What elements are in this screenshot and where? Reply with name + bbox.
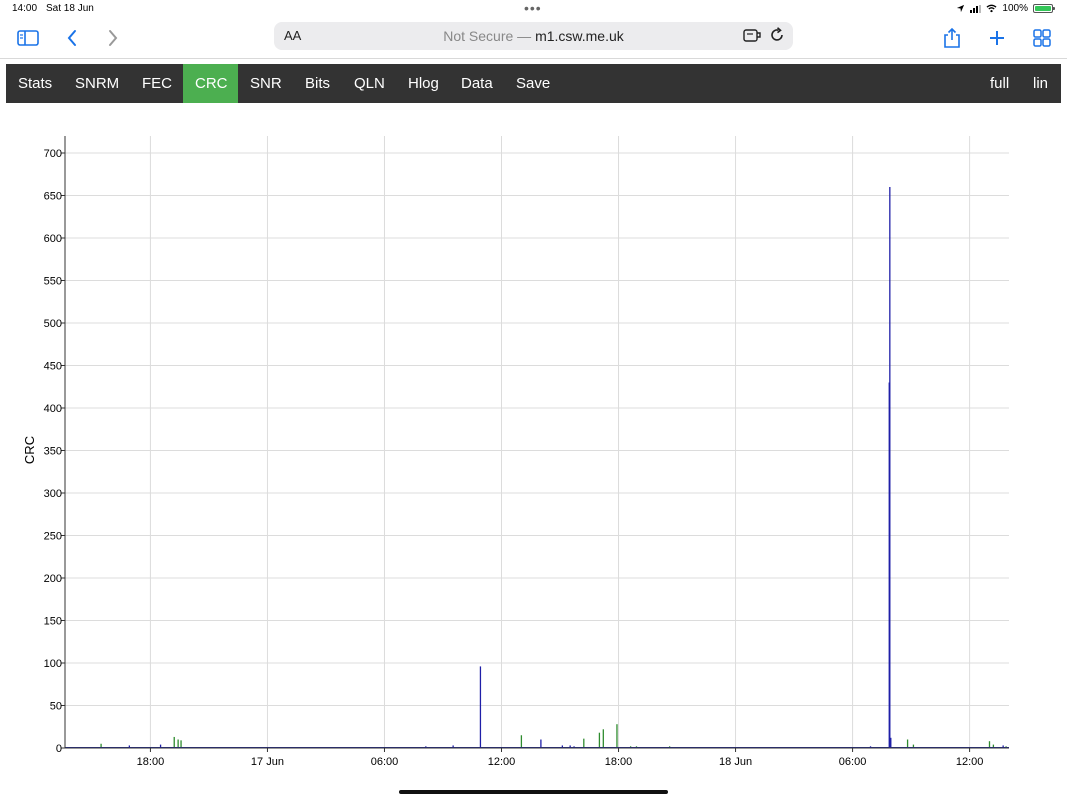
nav-item-label: FEC	[142, 75, 172, 92]
chart-axes: 0 50 100 150 200 250 300 350 400 450 500 550 600 650 7…	[44, 136, 1009, 768]
y-tick-label: 700	[44, 148, 62, 160]
home-indicator	[399, 790, 668, 794]
nav-item-label: Data	[461, 75, 493, 92]
nav-item-snr[interactable]: SNR	[238, 64, 294, 103]
x-tick-label: 18:00	[137, 756, 165, 768]
y-tick-label: 500	[44, 318, 62, 330]
y-tick-label: 600	[44, 233, 62, 245]
nav-item-snrm[interactable]: SNRM	[63, 64, 131, 103]
x-tick-label: 18 Jun	[719, 756, 752, 768]
y-tick-label: 100	[44, 658, 62, 670]
nav-item-label: QLN	[354, 75, 385, 92]
toolbar-divider	[0, 58, 1067, 59]
url-prefix: Not Secure —	[443, 28, 536, 44]
y-tick-label: 350	[44, 446, 62, 458]
y-tick-label: 400	[44, 403, 62, 415]
nav-item-label: Hlog	[408, 75, 439, 92]
wifi-icon	[986, 4, 997, 13]
nav-item-label: Stats	[18, 75, 53, 92]
location-icon	[957, 4, 965, 13]
extension-icon[interactable]	[743, 27, 761, 46]
reload-icon[interactable]	[769, 27, 785, 46]
nav-item-label: full	[990, 75, 1010, 92]
nav-item-full[interactable]: full	[978, 64, 1021, 103]
y-tick-label: 200	[44, 573, 62, 585]
browser-toolbar: AA Not Secure — m1.csw.me.uk	[0, 18, 1067, 58]
y-tick-label: 150	[44, 616, 62, 628]
nav-item-label: SNR	[250, 75, 282, 92]
y-tick-label: 450	[44, 361, 62, 373]
forward-icon[interactable]	[101, 26, 125, 50]
nav-item-stats[interactable]: Stats	[6, 64, 64, 103]
status-date: Sat 18 Jun	[46, 3, 94, 14]
back-icon[interactable]	[60, 26, 84, 50]
battery-level-fill	[1035, 6, 1051, 11]
status-right: 100%	[956, 3, 1055, 14]
crc-chart: 0 50 100 150 200 250 300 350 400 450 500 550 600 650 7…	[22, 136, 1009, 768]
x-tick-label: 18:00	[605, 756, 633, 768]
cellular-signal-icon	[970, 4, 982, 13]
chart-marks	[65, 187, 1009, 748]
x-tick-label: 06:00	[371, 756, 399, 768]
battery-percent: 100%	[1002, 3, 1028, 14]
nav-item-label: SNRM	[75, 75, 120, 92]
nav-item-fec[interactable]: FEC	[130, 64, 184, 103]
status-bar: 14:00 Sat 18 Jun ••• 100%	[0, 0, 1067, 18]
battery-icon	[1033, 4, 1055, 13]
y-tick-label: 0	[56, 743, 62, 755]
nav-item-hlog[interactable]: Hlog	[396, 64, 451, 103]
site-nav: Stats SNRM FEC CRC SNR Bits QLN Hlog Dat…	[6, 64, 1061, 103]
nav-item-label: Save	[516, 75, 551, 92]
nav-item-lin[interactable]: lin	[1021, 64, 1060, 103]
x-tick-label: 12:00	[956, 756, 984, 768]
nav-item-data[interactable]: Data	[449, 64, 505, 103]
y-tick-label: 250	[44, 531, 62, 543]
tabs-overview-icon[interactable]	[1030, 26, 1054, 50]
nav-item-label: CRC	[195, 75, 228, 92]
address-bar[interactable]: AA Not Secure — m1.csw.me.uk	[274, 22, 793, 50]
nav-item-crc[interactable]: CRC	[183, 64, 238, 103]
y-tick-label: 300	[44, 488, 62, 500]
y-tick-label: 50	[50, 701, 62, 713]
status-time: 14:00	[12, 3, 38, 14]
x-tick-label: 17 Jun	[251, 756, 284, 768]
new-tab-icon[interactable]	[985, 26, 1009, 50]
sidebar-icon[interactable]	[16, 26, 40, 50]
nav-item-save[interactable]: Save	[504, 64, 562, 103]
nav-item-bits[interactable]: Bits	[293, 64, 342, 103]
y-axis-label: CRC	[22, 436, 37, 464]
url-domain: m1.csw.me.uk	[535, 28, 624, 44]
y-tick-label: 650	[44, 191, 62, 203]
chart-grid	[65, 136, 1009, 748]
share-icon[interactable]	[940, 26, 964, 50]
nav-item-qln[interactable]: QLN	[342, 64, 397, 103]
url-display[interactable]: Not Secure — m1.csw.me.uk	[274, 28, 793, 44]
nav-item-label: Bits	[305, 75, 331, 92]
x-tick-label: 12:00	[488, 756, 516, 768]
x-tick-label: 06:00	[839, 756, 867, 768]
y-tick-label: 550	[44, 276, 62, 288]
nav-item-label: lin	[1033, 75, 1049, 92]
multitasking-dots-icon[interactable]: •••	[524, 1, 542, 15]
